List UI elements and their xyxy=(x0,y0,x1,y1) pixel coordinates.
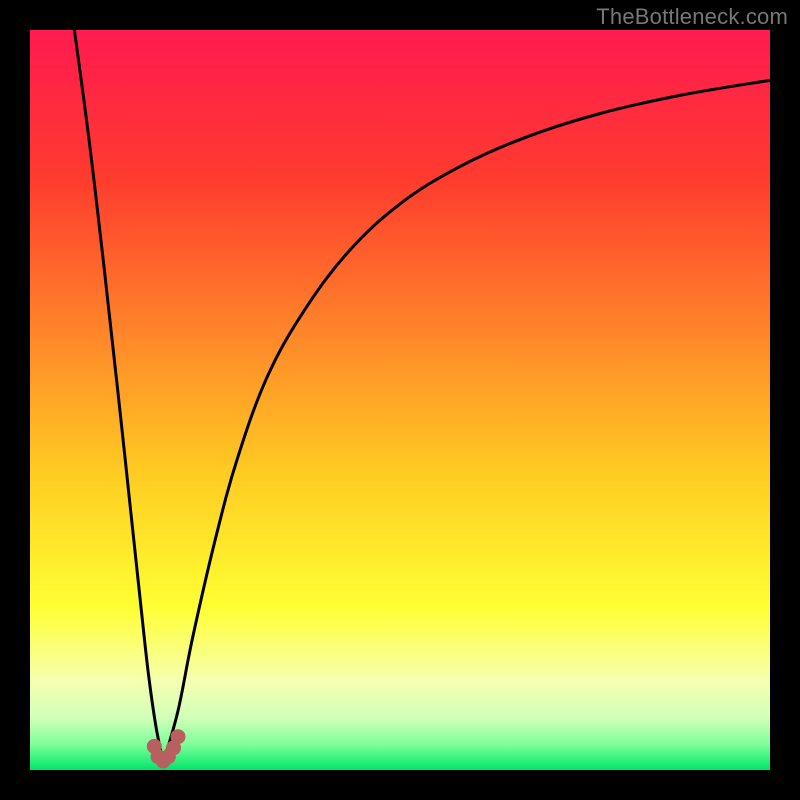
optimum-marker xyxy=(171,729,186,744)
gradient-background xyxy=(30,30,770,770)
chart-svg xyxy=(30,30,770,770)
plot-area xyxy=(30,30,770,770)
watermark-text: TheBottleneck.com xyxy=(596,4,788,30)
chart-frame: TheBottleneck.com xyxy=(0,0,800,800)
